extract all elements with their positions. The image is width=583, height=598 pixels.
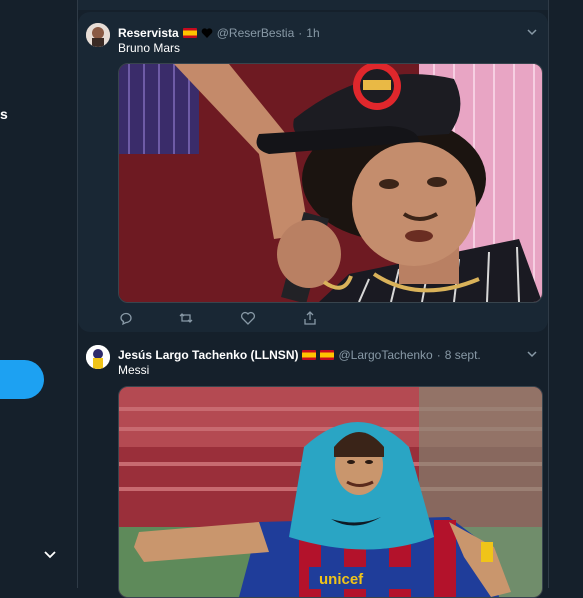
avatar-image bbox=[86, 23, 110, 47]
retweet-icon[interactable] bbox=[178, 310, 194, 326]
left-nav: s bbox=[0, 0, 77, 588]
tweet-header: Reservista @ReserBestia · 1h bbox=[118, 24, 320, 42]
tweet-image[interactable]: unicef bbox=[118, 386, 543, 598]
spain-flag-icon bbox=[182, 28, 197, 38]
tweet-card[interactable]: Reservista @ReserBestia · 1h Bruno Mars bbox=[78, 12, 548, 332]
author-handle[interactable]: @LargoTachenko bbox=[338, 348, 432, 362]
right-column bbox=[549, 0, 583, 588]
svg-text:unicef: unicef bbox=[319, 571, 364, 588]
chevron-down-icon[interactable] bbox=[526, 26, 538, 38]
separator-dot: · bbox=[436, 348, 441, 362]
black-heart-icon bbox=[201, 28, 213, 38]
author-name[interactable]: Jesús Largo Tachenko (LLNSN) bbox=[118, 348, 298, 362]
spain-flag-icon bbox=[302, 350, 317, 360]
share-icon[interactable] bbox=[302, 310, 318, 326]
tweet-time[interactable]: 1h bbox=[306, 26, 319, 40]
messi-photo: unicef bbox=[119, 387, 542, 597]
tweet-text: Bruno Mars bbox=[118, 41, 181, 55]
avatar-image bbox=[86, 345, 110, 369]
author-handle[interactable]: @ReserBestia bbox=[217, 26, 295, 40]
feed-top-divider bbox=[78, 0, 548, 10]
timeline-feed: Reservista @ReserBestia · 1h Bruno Mars bbox=[77, 0, 549, 598]
avatar[interactable] bbox=[86, 23, 110, 47]
chevron-down-icon[interactable] bbox=[42, 546, 58, 562]
like-icon[interactable] bbox=[240, 310, 256, 326]
tweet-image[interactable] bbox=[118, 63, 543, 303]
tweet-actions bbox=[118, 310, 358, 326]
avatar[interactable] bbox=[86, 345, 110, 369]
spain-flag-icon bbox=[320, 350, 335, 360]
author-name[interactable]: Reservista bbox=[118, 26, 179, 40]
chevron-down-icon[interactable] bbox=[526, 348, 538, 360]
tweet-time[interactable]: 8 sept. bbox=[445, 348, 481, 362]
compose-tweet-button[interactable] bbox=[0, 360, 44, 399]
tweet-card[interactable]: Jesús Largo Tachenko (LLNSN) @LargoTache… bbox=[78, 336, 548, 598]
separator-dot: · bbox=[298, 26, 303, 40]
tweet-header: Jesús Largo Tachenko (LLNSN) @LargoTache… bbox=[118, 346, 481, 364]
tweet-text: Messi bbox=[118, 363, 150, 377]
nav-label-fragment[interactable]: s bbox=[0, 106, 8, 122]
bruno-mars-photo bbox=[119, 64, 542, 302]
reply-icon[interactable] bbox=[118, 310, 134, 326]
